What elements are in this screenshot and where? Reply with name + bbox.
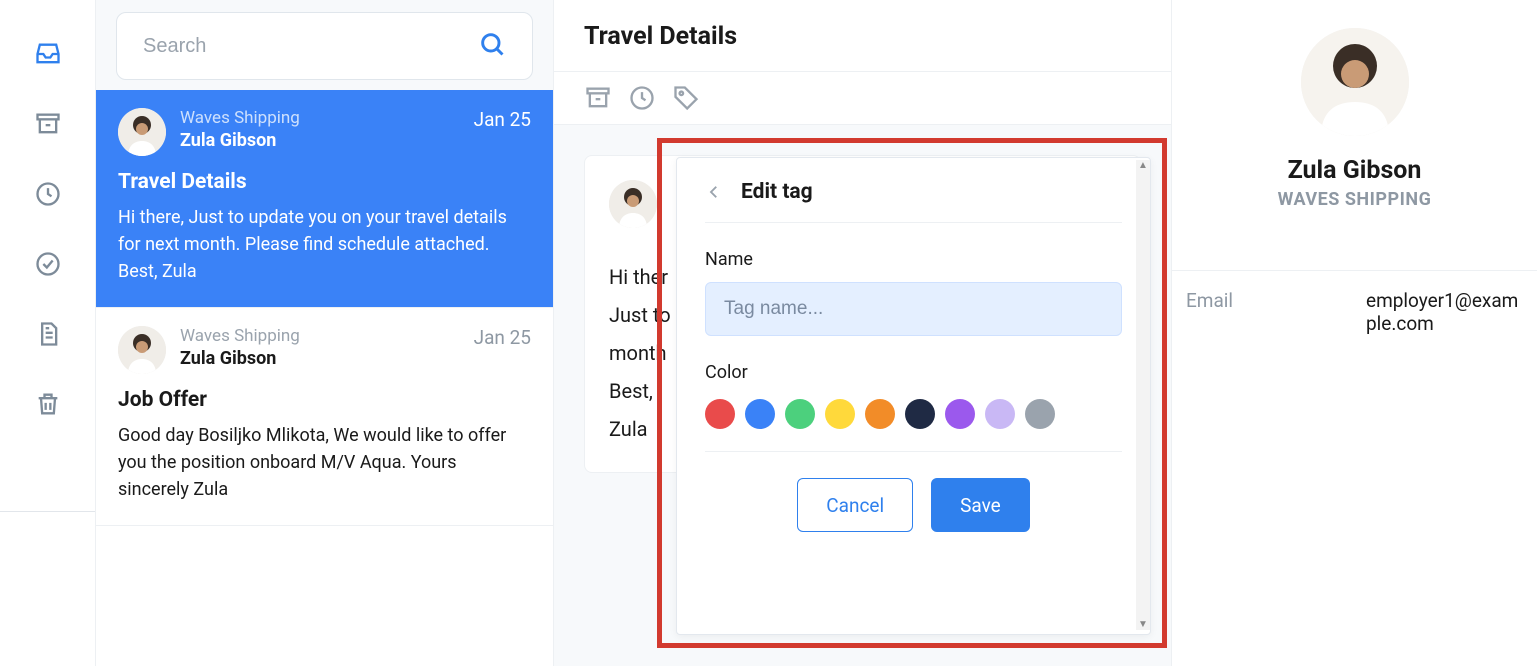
avatar <box>118 108 166 156</box>
contact-name: Zula Gibson <box>1288 156 1422 185</box>
back-button[interactable] <box>705 183 723 201</box>
nav-sidebar <box>0 0 95 666</box>
contact-avatar <box>1301 28 1409 136</box>
nav-done[interactable] <box>32 248 64 280</box>
message-date: Jan 25 <box>474 326 531 349</box>
message-item[interactable]: Waves Shipping Zula Gibson Jan 25 Job Of… <box>96 308 553 526</box>
message-preview: Good day Bosiljko Mlikota, We would like… <box>118 422 531 503</box>
popup-scrollbar[interactable] <box>1136 160 1150 630</box>
search-icon <box>478 30 506 62</box>
nav-snoozed[interactable] <box>32 178 64 210</box>
message-preview: Hi there, Just to update you on your tra… <box>118 204 531 285</box>
message-item[interactable]: Waves Shipping Zula Gibson Jan 25 Travel… <box>96 90 553 308</box>
nav-archive[interactable] <box>32 108 64 140</box>
message-subject: Job Offer <box>118 388 531 412</box>
color-swatch[interactable] <box>785 399 815 429</box>
color-swatches <box>705 399 1122 452</box>
toolbar-snooze-button[interactable] <box>628 84 656 112</box>
search-box[interactable] <box>116 12 533 80</box>
toolbar-tag-button[interactable] <box>672 84 700 112</box>
color-swatch[interactable] <box>945 399 975 429</box>
edit-tag-popup: Edit tag Name Color Cancel Save <box>676 157 1151 635</box>
nav-documents[interactable] <box>32 318 64 350</box>
message-company: Waves Shipping <box>180 108 460 128</box>
contact-company: WAVES SHIPPING <box>1278 189 1432 210</box>
toolbar-archive-button[interactable] <box>584 84 612 112</box>
message-sender: Zula Gibson <box>180 348 460 369</box>
search-input[interactable] <box>143 35 478 58</box>
color-swatch[interactable] <box>1025 399 1055 429</box>
save-button[interactable]: Save <box>931 478 1030 532</box>
name-label: Name <box>705 249 1122 270</box>
contact-field-label: Email <box>1186 289 1366 335</box>
message-company: Waves Shipping <box>180 326 460 346</box>
nav-inbox[interactable] <box>32 38 64 70</box>
avatar <box>118 326 166 374</box>
popup-title: Edit tag <box>741 180 813 204</box>
message-subject: Travel Details <box>118 170 531 194</box>
message-date: Jan 25 <box>474 108 531 131</box>
color-swatch[interactable] <box>865 399 895 429</box>
color-swatch[interactable] <box>705 399 735 429</box>
nav-trash[interactable] <box>32 388 64 420</box>
color-swatch[interactable] <box>825 399 855 429</box>
contact-field-value: employer1@example.com <box>1366 289 1523 335</box>
message-list-column: Waves Shipping Zula Gibson Jan 25 Travel… <box>95 0 553 666</box>
color-swatch[interactable] <box>985 399 1015 429</box>
avatar <box>609 180 657 228</box>
color-swatch[interactable] <box>905 399 935 429</box>
cancel-button[interactable]: Cancel <box>797 478 913 532</box>
contact-column: Zula Gibson WAVES SHIPPING Email employe… <box>1171 0 1537 666</box>
message-sender: Zula Gibson <box>180 130 460 151</box>
tag-name-input[interactable] <box>705 282 1122 336</box>
detail-subject: Travel Details <box>554 0 1171 71</box>
detail-toolbar <box>554 71 1171 125</box>
contact-field-email: Email employer1@example.com <box>1172 271 1537 335</box>
color-label: Color <box>705 362 1122 383</box>
color-swatch[interactable] <box>745 399 775 429</box>
